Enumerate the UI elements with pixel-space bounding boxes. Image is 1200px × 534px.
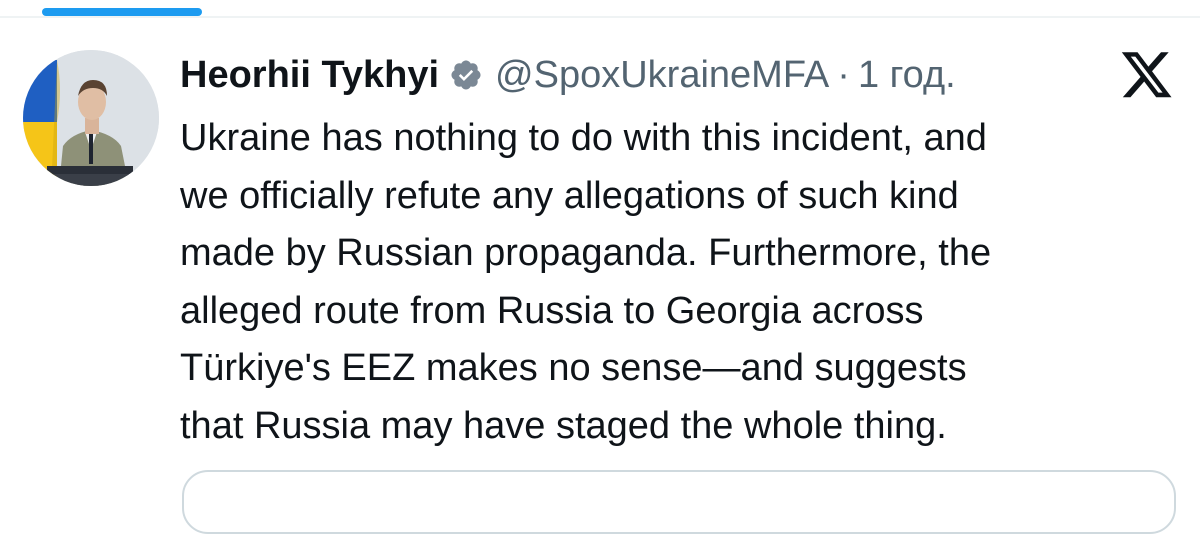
tweet-line: that Russia may have staged the whole th… [180,404,947,447]
tweet-line: Türkiye's EEZ makes no sense—and suggest… [180,347,967,389]
tweet-line: we officially refute any allegations of … [180,174,959,217]
author-handle[interactable]: @SpoxUkraineMFA [495,54,829,97]
timestamp[interactable]: 1 год. [858,54,956,97]
separator-dot: · [837,53,850,96]
tweet-line: alleged route from Russia to Georgia acr… [180,289,924,332]
x-logo-icon[interactable] [1120,52,1174,102]
top-divider [0,16,1200,18]
avatar[interactable] [23,50,159,186]
author-name[interactable]: Heorhii Tykhyi [180,54,439,97]
verified-badge-icon [449,58,483,92]
embedded-card[interactable] [182,470,1176,534]
tweet-line: made by Russian propaganda. Furthermore,… [180,232,992,274]
tweet-text: Ukraine has nothing to do with this inci… [180,110,1170,455]
avatar-photo [23,50,159,186]
tweet-line: Ukraine has nothing to do with this inci… [180,117,987,159]
tweet-header: Heorhii Tykhyi @SpoxUkraineMFA · 1 год. [180,50,956,100]
active-tab-indicator [42,8,202,16]
